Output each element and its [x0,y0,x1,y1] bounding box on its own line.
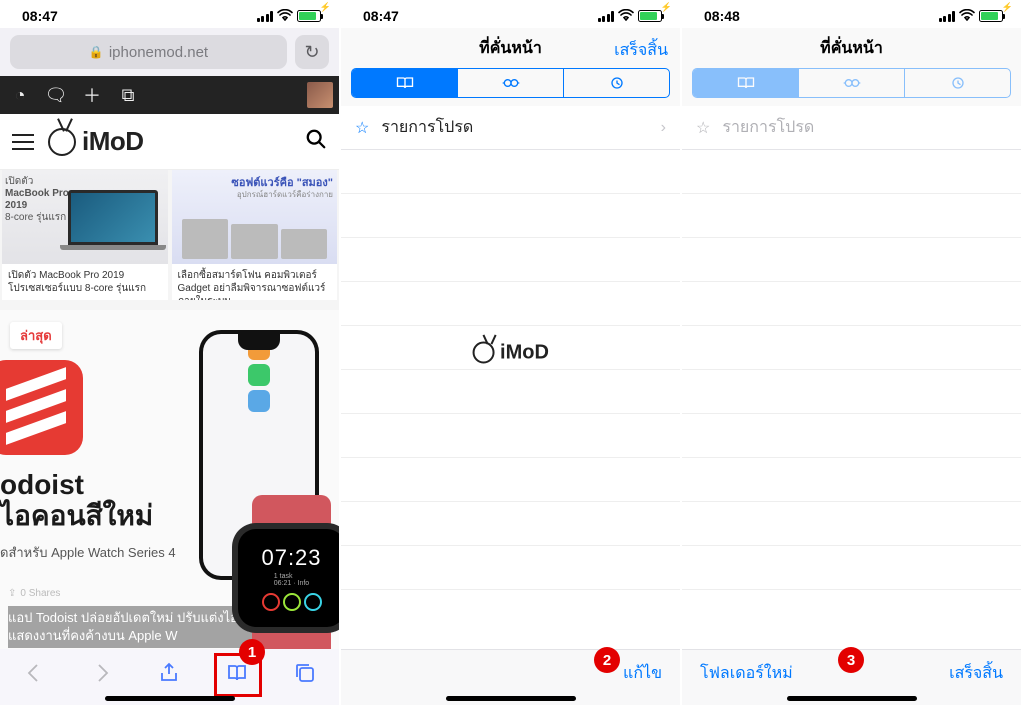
wifi-icon [277,9,293,23]
new-folder-button[interactable]: โฟลเดอร์ใหม่ [700,661,793,686]
featured-article[interactable]: ล่าสุด odoistไอคอนสีใหม่ ดสำหรับ Apple W… [0,310,339,650]
devices-illustration [182,200,328,259]
url-text: iphonemod.net [109,44,208,61]
logo-icon [48,128,76,156]
nav-bar: ที่คั่นหน้า เสร็จสิ้น [341,28,680,68]
step-badge: 1 [239,639,265,665]
url-field[interactable]: 🔒 iphonemod.net [10,35,287,69]
star-icon: ☆ [696,118,710,138]
site-logo[interactable]: iMoD [48,126,144,157]
search-icon[interactable] [305,128,327,156]
row-label: รายการโปรด [381,115,473,140]
segmented-control [351,68,670,98]
article-cards: เปิดตัว MacBook Pro 2019 8-core รุ่นแรก … [0,170,339,300]
step-badge: 3 [838,647,864,673]
yoast-icon[interactable]: ⧉ [114,81,142,109]
chevron-right-icon: › [661,119,666,137]
seg-reading-list[interactable] [458,69,564,97]
nav-bar: ที่คั่นหน้า [682,28,1021,68]
seg-bookmarks [693,69,799,97]
hamburger-icon[interactable] [12,134,34,150]
step-badge: 2 [594,647,620,673]
battery-icon [297,10,321,22]
featured-title: odoistไอคอนสีใหม่ [0,470,153,532]
home-indicator[interactable] [105,696,235,701]
site-brand: iMoD [82,126,144,157]
home-indicator[interactable] [446,696,576,701]
screen-bookmarks-edit: 08:48 ⚡ ที่คั่นหน้า ☆ รายการโปรด โฟลเดอร… [682,0,1023,705]
bookmarks-list: ☆ รายการโปรด [682,106,1021,590]
forward-button[interactable] [85,656,119,690]
lock-icon: 🔒 [89,45,104,59]
status-bar: 08:47 ⚡ [341,0,680,28]
edit-button[interactable]: แก้ไข [623,661,662,686]
status-bar: 08:47 ⚡ [0,0,339,28]
segmented-control [692,68,1011,98]
charging-icon: ⚡ [320,2,331,13]
address-bar: 🔒 iphonemod.net ↻ [0,28,339,76]
share-count: ⇪0 Shares [8,588,60,599]
plus-icon[interactable]: ＋ [78,81,106,109]
status-icons: ⚡ [257,9,322,23]
share-button[interactable] [152,656,186,690]
status-time: 08:48 [704,8,740,24]
back-button[interactable] [17,656,51,690]
tabs-button[interactable] [288,656,322,690]
gauge-icon[interactable]: ◔ [6,81,34,109]
reload-button[interactable]: ↻ [295,35,329,69]
seg-history [905,69,1010,97]
home-indicator[interactable] [787,696,917,701]
article-card[interactable]: ซอฟต์แวร์คือ "สมอง" อุปกรณ์ฮาร์ดแวร์คือร… [172,170,338,300]
seg-history[interactable] [564,69,669,97]
done-button[interactable]: เสร็จสิ้น [949,661,1003,686]
comment-icon[interactable]: 🗨 [42,81,70,109]
todoist-icon [0,360,83,455]
avatar[interactable] [307,82,333,108]
seg-reading-list [799,69,905,97]
nav-title: ที่คั่นหน้า [820,36,883,61]
status-bar: 08:48 ⚡ [682,0,1021,28]
laptop-illustration [68,190,158,245]
star-icon: ☆ [355,118,369,138]
latest-badge: ล่าสุด [10,322,62,349]
nav-title: ที่คั่นหน้า [479,36,542,61]
featured-subtitle: ดสำหรับ Apple Watch Series 4 [0,542,176,563]
status-time: 08:47 [363,8,399,24]
row-label: รายการโปรด [722,115,814,140]
seg-bookmarks[interactable] [352,69,458,97]
site-header: iMoD [0,114,339,170]
status-time: 08:47 [22,8,58,24]
article-card[interactable]: เปิดตัว MacBook Pro 2019 8-core รุ่นแรก … [2,170,168,300]
site-admin-bar: ◔ 🗨 ＋ ⧉ [0,76,339,114]
done-button[interactable]: เสร็จสิ้น [614,38,668,63]
screen-bookmarks-view: 08:47 ⚡ ที่คั่นหน้า เสร็จสิ้น ☆ รายการโป… [341,0,682,705]
card-caption: เลือกซื้อสมาร์ตโฟน คอมพิวเตอร์ Gadget อย… [172,264,338,300]
device-mockup: 07:23 1 task06:21 · Info [159,330,339,650]
watermark: iMoD [472,341,549,364]
screen-safari-page: 08:47 ⚡ 🔒 iphonemod.net ↻ ◔ 🗨 ＋ ⧉ iMoD [0,0,341,705]
watch-time: 07:23 [261,545,321,571]
favorites-row[interactable]: ☆ รายการโปรด › [341,106,680,150]
cellular-icon [257,11,274,22]
card-caption: เปิดตัว MacBook Pro 2019 โปรเซสเซอร์แบบ … [2,264,168,300]
favorites-row: ☆ รายการโปรด [682,106,1021,150]
